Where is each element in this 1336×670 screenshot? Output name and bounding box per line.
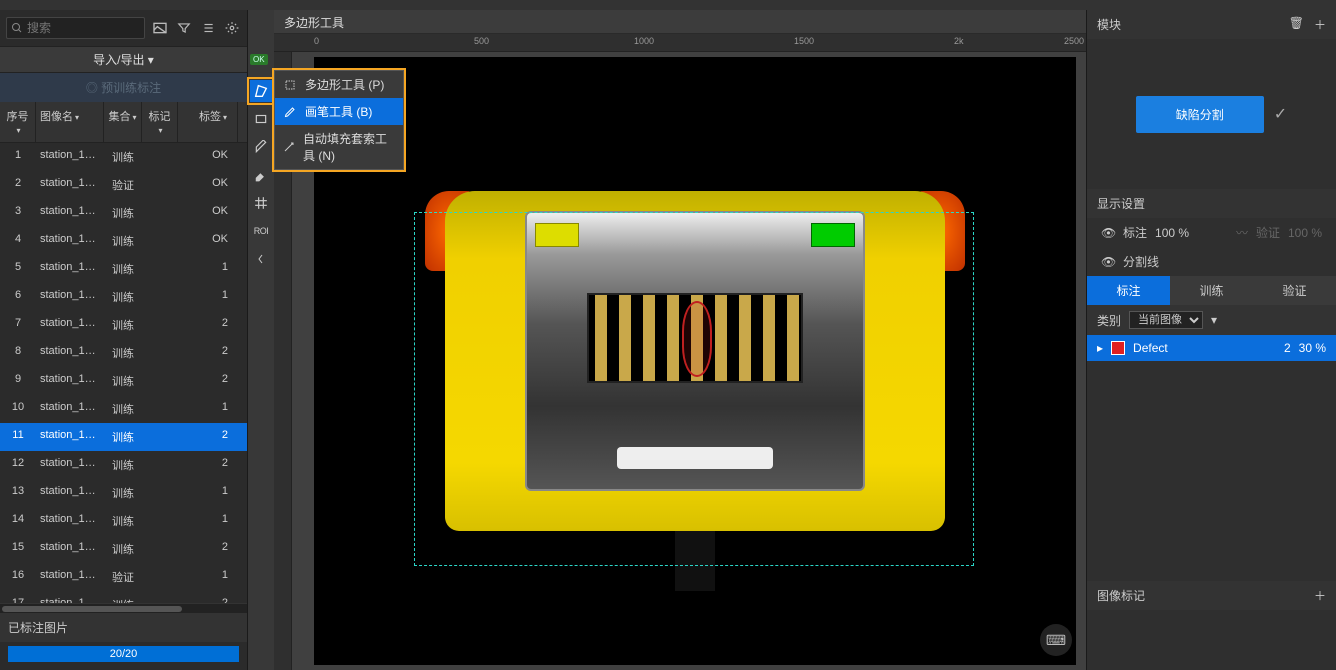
th-tag[interactable]: 标签▾ (178, 102, 238, 142)
display-settings-header: 显示设置 (1097, 195, 1145, 212)
table-row[interactable]: 7station_1_00...训练2 (0, 311, 247, 339)
h-scrollbar[interactable] (0, 603, 247, 613)
table-row[interactable]: 11station_1_00...训练2 (0, 423, 247, 451)
roi-tool-icon[interactable]: ROI (250, 220, 272, 242)
target-icon: ◎ (86, 81, 101, 95)
label-segline: 分割线 (1123, 253, 1159, 270)
table-body[interactable]: 1station_1_00...训练OK2station_1_00...验证OK… (0, 143, 247, 603)
image-grid-icon[interactable] (151, 19, 169, 37)
plus-icon[interactable]: ＋ (1314, 16, 1326, 33)
category-label: 类别 (1097, 312, 1121, 329)
window-titlebar (0, 0, 1336, 10)
table-row[interactable]: 14station_1_00...训练1 (0, 507, 247, 535)
th-name[interactable]: 图像名▾ (36, 102, 104, 142)
table-row[interactable]: 13station_1_00...训练1 (0, 479, 247, 507)
eraser-tool-icon[interactable] (250, 164, 272, 186)
table-row[interactable]: 6station_1_00...训练1 (0, 283, 247, 311)
rect-tool-icon[interactable] (250, 108, 272, 130)
canvas-title: 多边形工具 (274, 10, 1086, 34)
table-row[interactable]: 17station_1_00...训练2 (0, 591, 247, 603)
defect-class-row[interactable]: ▸ Defect 2 30 % (1087, 335, 1336, 361)
category-select[interactable]: 当前图像 (1129, 311, 1203, 329)
tool-strip: OK ROI (248, 10, 274, 670)
check-icon[interactable]: ✓ (1274, 104, 1287, 124)
left-panel: 导入/导出 ▾ ◎ 预训练标注 序号▾ 图像名▾ 集合▾ 标记▾ 标签▾ 1st… (0, 10, 248, 670)
grid-tool-icon[interactable] (250, 192, 272, 214)
table-row[interactable]: 9station_1_00...训练2 (0, 367, 247, 395)
defect-annotation[interactable] (682, 301, 712, 377)
defect-segmentation-button[interactable]: 缺陷分割 (1136, 96, 1264, 133)
defect-pct: 30 % (1299, 341, 1326, 355)
tab-annotation[interactable]: 标注 (1087, 276, 1170, 305)
filter-icon[interactable] (175, 19, 193, 37)
table-row[interactable]: 1station_1_00...训练OK (0, 143, 247, 171)
image-stage[interactable] (314, 57, 1076, 665)
menu-autofill-lasso-tool[interactable]: 自动填充套索工具 (N) (275, 125, 403, 169)
label-annotation-pct: 100 % (1155, 226, 1189, 240)
search-icon (11, 22, 23, 34)
table-row[interactable]: 3station_1_00...训练OK (0, 199, 247, 227)
table-row[interactable]: 15station_1_00...训练2 (0, 535, 247, 563)
table-row[interactable]: 10station_1_00...训练1 (0, 395, 247, 423)
module-header: 模块 (1097, 16, 1121, 33)
ruler-horizontal: 0 500 1000 1500 2k 2500 (274, 34, 1086, 52)
table-row[interactable]: 12station_1_00...训练2 (0, 451, 247, 479)
trash-icon[interactable]: 🗑 (1289, 16, 1304, 33)
tab-verify[interactable]: 验证 (1253, 276, 1336, 305)
table-header: 序号▾ 图像名▾ 集合▾ 标记▾ 标签▾ (0, 102, 247, 143)
gear-icon[interactable] (223, 19, 241, 37)
import-export-button[interactable]: 导入/导出 ▾ (0, 46, 247, 73)
canvas-area: 多边形工具 0 500 1000 1500 2k 2500 (274, 10, 1086, 670)
search-input[interactable] (27, 21, 140, 35)
table-row[interactable]: 2station_1_00...验证OK (0, 171, 247, 199)
menu-polygon-tool[interactable]: 多边形工具 (P) (275, 71, 403, 98)
list-icon[interactable] (199, 19, 217, 37)
defect-count: 2 (1284, 341, 1291, 355)
tab-train[interactable]: 训练 (1170, 276, 1253, 305)
label-verify-pct: 100 % (1288, 226, 1322, 240)
eye-icon[interactable]: 👁 (1101, 226, 1115, 240)
plus-icon[interactable]: ＋ (1314, 587, 1326, 604)
collapse-tool-icon[interactable] (250, 248, 272, 270)
tool-context-menu: 多边形工具 (P) 画笔工具 (B) 自动填充套索工具 (N) (274, 70, 404, 170)
wand-icon (283, 140, 295, 154)
progress-bar: 20/20 (8, 646, 239, 662)
keyboard-icon[interactable]: ⌨ (1040, 624, 1072, 656)
th-set[interactable]: 集合▾ (104, 102, 142, 142)
polygon-icon (283, 78, 297, 92)
table-row[interactable]: 4station_1_00...训练OK (0, 227, 247, 255)
defect-color-swatch (1111, 341, 1125, 355)
chevron-down-icon: ▾ (1211, 313, 1217, 327)
eye-icon[interactable]: 👁 (1101, 255, 1115, 269)
th-mark[interactable]: 标记▾ (142, 102, 178, 142)
chevron-right-icon: ▸ (1097, 341, 1103, 355)
brush-tool-icon[interactable] (250, 136, 272, 158)
footer-labeled-caption: 已标注图片 (0, 613, 247, 642)
menu-brush-tool[interactable]: 画笔工具 (B) (275, 98, 403, 125)
connector-image (415, 171, 975, 551)
label-verify: 验证 (1256, 224, 1280, 241)
table-row[interactable]: 5station_1_00...训练1 (0, 255, 247, 283)
pretrain-button[interactable]: ◎ 预训练标注 (0, 73, 247, 102)
polygon-tool-icon[interactable] (250, 80, 272, 102)
th-seq[interactable]: 序号▾ (0, 102, 36, 142)
label-annotation: 标注 (1123, 224, 1147, 241)
table-row[interactable]: 16station_1_00...验证1 (0, 563, 247, 591)
ok-badge: OK (250, 54, 268, 65)
image-mark-header: 图像标记 (1097, 587, 1145, 604)
right-panel: 模块 🗑 ＋ 缺陷分割 ✓ 显示设置 👁 标注 100 % 〰 验证 100 %… (1086, 10, 1336, 670)
search-input-wrap[interactable] (6, 17, 145, 39)
brush-icon (283, 105, 297, 119)
table-row[interactable]: 8station_1_00...训练2 (0, 339, 247, 367)
defect-name: Defect (1133, 341, 1168, 355)
wave-icon: 〰 (1236, 224, 1248, 241)
